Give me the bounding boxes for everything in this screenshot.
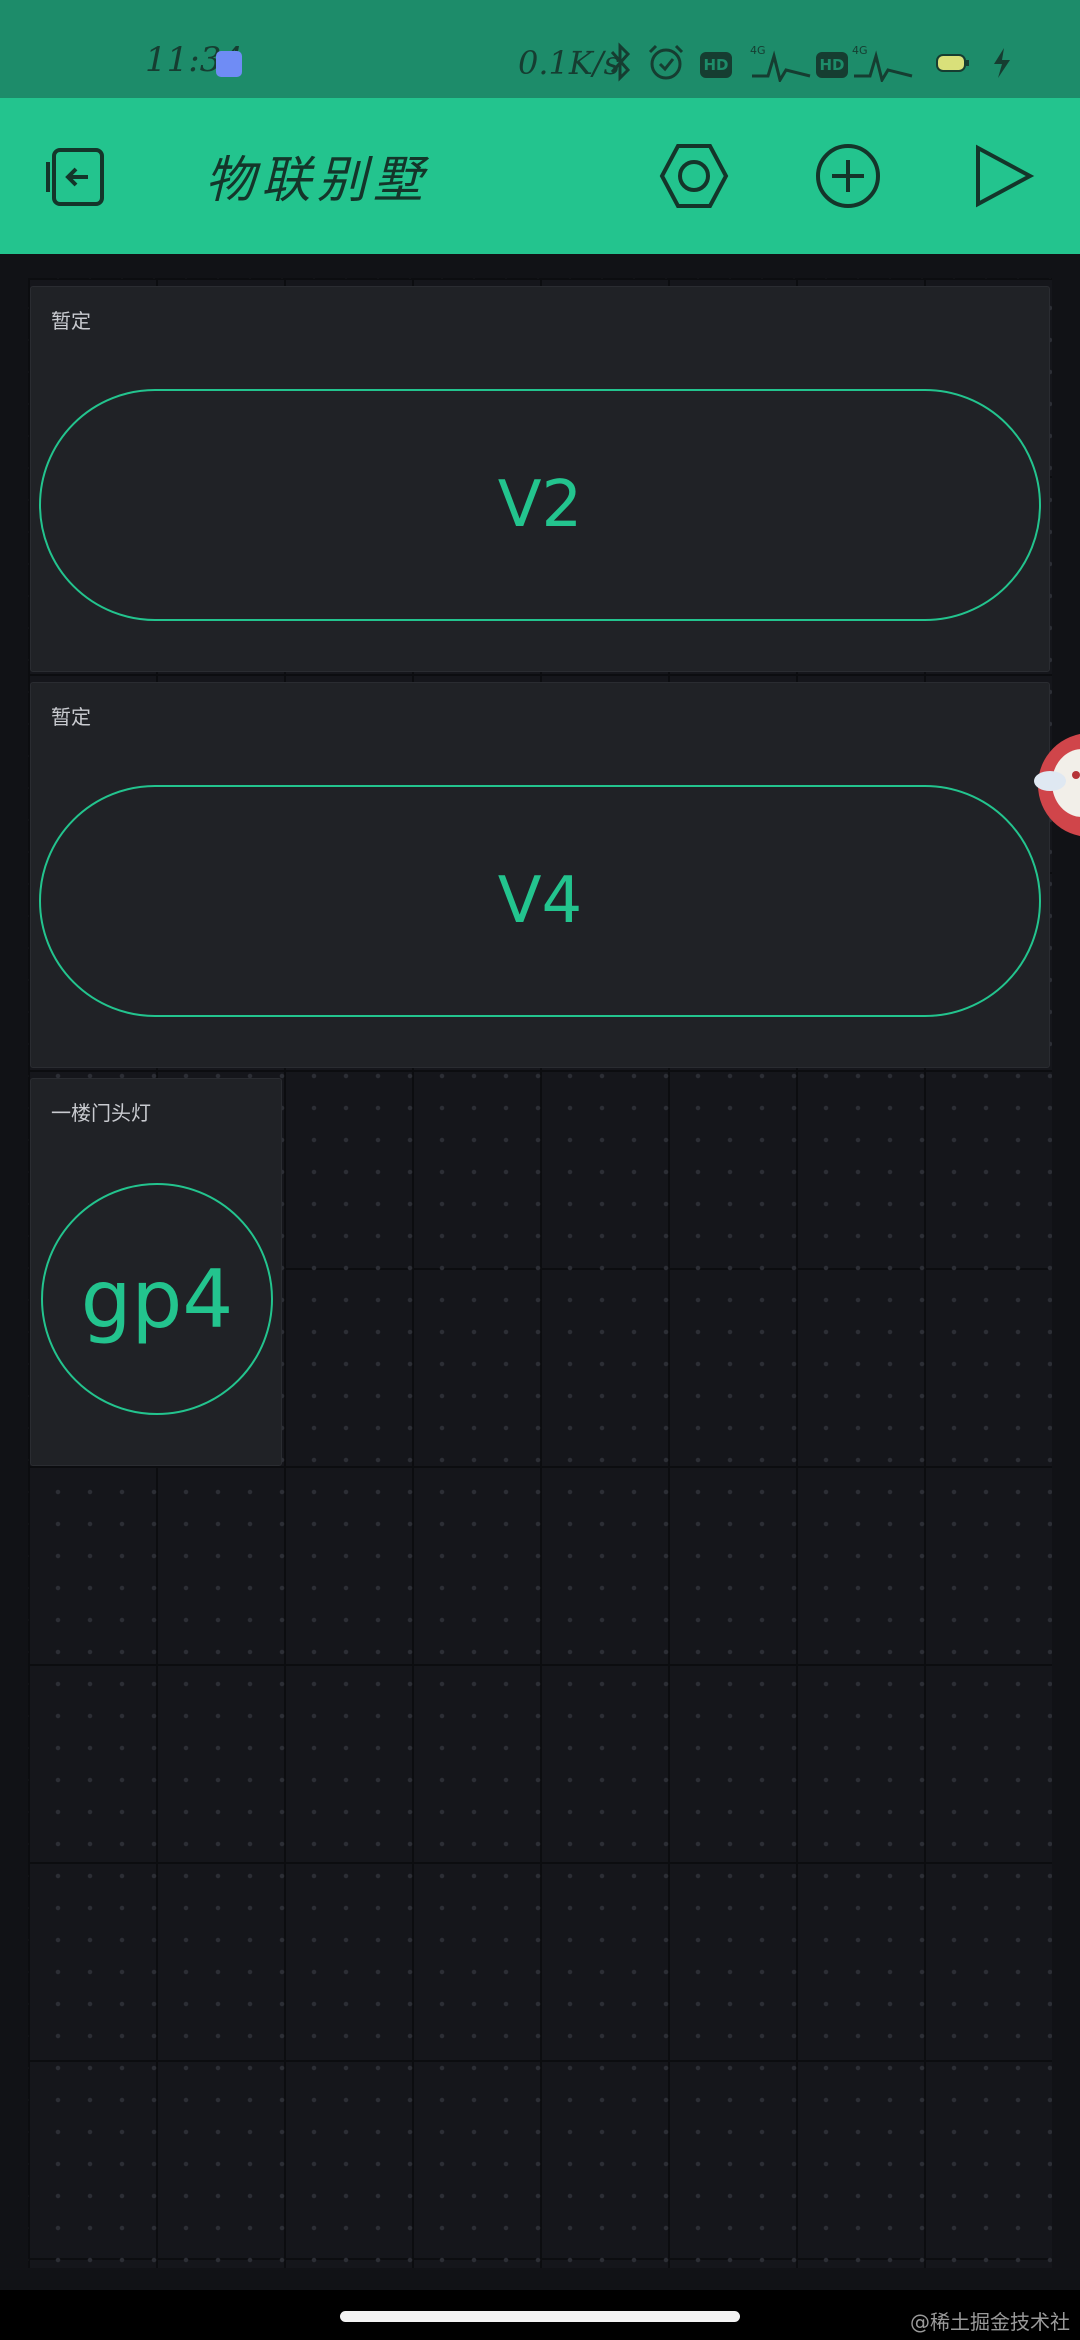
signal-icon: 4G bbox=[750, 44, 811, 82]
gp4-button[interactable]: gp4 bbox=[41, 1183, 273, 1415]
widget-label: 一楼门头灯 bbox=[51, 1101, 151, 1125]
network-speed: 0.1K/s bbox=[518, 44, 620, 82]
hd-icon: HD bbox=[700, 52, 732, 78]
svg-text:4G: 4G bbox=[852, 44, 868, 57]
v2-button[interactable]: V2 bbox=[39, 389, 1041, 621]
status-bar: 11:34 0.1K/s HD 4G HD 4G bbox=[0, 0, 1080, 98]
widget-label: 暂定 bbox=[51, 309, 91, 333]
v2-button-label: V2 bbox=[497, 468, 583, 542]
charging-icon bbox=[994, 48, 1010, 78]
widget-canvas[interactable]: 暂定 V2 暂定 V4 一楼门头灯 gp4 bbox=[28, 278, 1052, 2268]
battery-icon bbox=[936, 54, 969, 72]
hd-icon: HD bbox=[816, 52, 848, 78]
gp4-button-label: gp4 bbox=[80, 1252, 234, 1346]
miui-badge-icon bbox=[216, 51, 242, 77]
exit-icon[interactable] bbox=[40, 138, 116, 214]
app-screen: 11:34 0.1K/s HD 4G HD 4G 物联别墅 暂定 V2 暂定 V… bbox=[0, 0, 1080, 2340]
home-indicator[interactable] bbox=[340, 2311, 740, 2322]
project-title: 物联别墅 bbox=[205, 151, 429, 209]
button-widget-v4[interactable]: 暂定 V4 bbox=[30, 682, 1050, 1068]
play-icon[interactable] bbox=[964, 138, 1040, 214]
bluetooth-icon bbox=[610, 42, 631, 82]
floating-mascot-icon[interactable] bbox=[1030, 725, 1080, 845]
svg-text:4G: 4G bbox=[750, 44, 766, 57]
v4-button-label: V4 bbox=[497, 864, 583, 938]
signal-icon: 4G bbox=[852, 44, 913, 82]
add-circle-icon[interactable] bbox=[810, 138, 886, 214]
widget-label: 暂定 bbox=[51, 705, 91, 729]
app-header: 物联别墅 bbox=[0, 98, 1080, 254]
alarm-icon bbox=[648, 44, 684, 80]
v4-button[interactable]: V4 bbox=[39, 785, 1041, 1017]
settings-hexagon-icon[interactable] bbox=[656, 138, 732, 214]
button-widget-v2[interactable]: 暂定 V2 bbox=[30, 286, 1050, 672]
watermark: @稀土掘金技术社区 bbox=[910, 2310, 1070, 2340]
button-widget-gp4[interactable]: 一楼门头灯 gp4 bbox=[30, 1078, 282, 1466]
